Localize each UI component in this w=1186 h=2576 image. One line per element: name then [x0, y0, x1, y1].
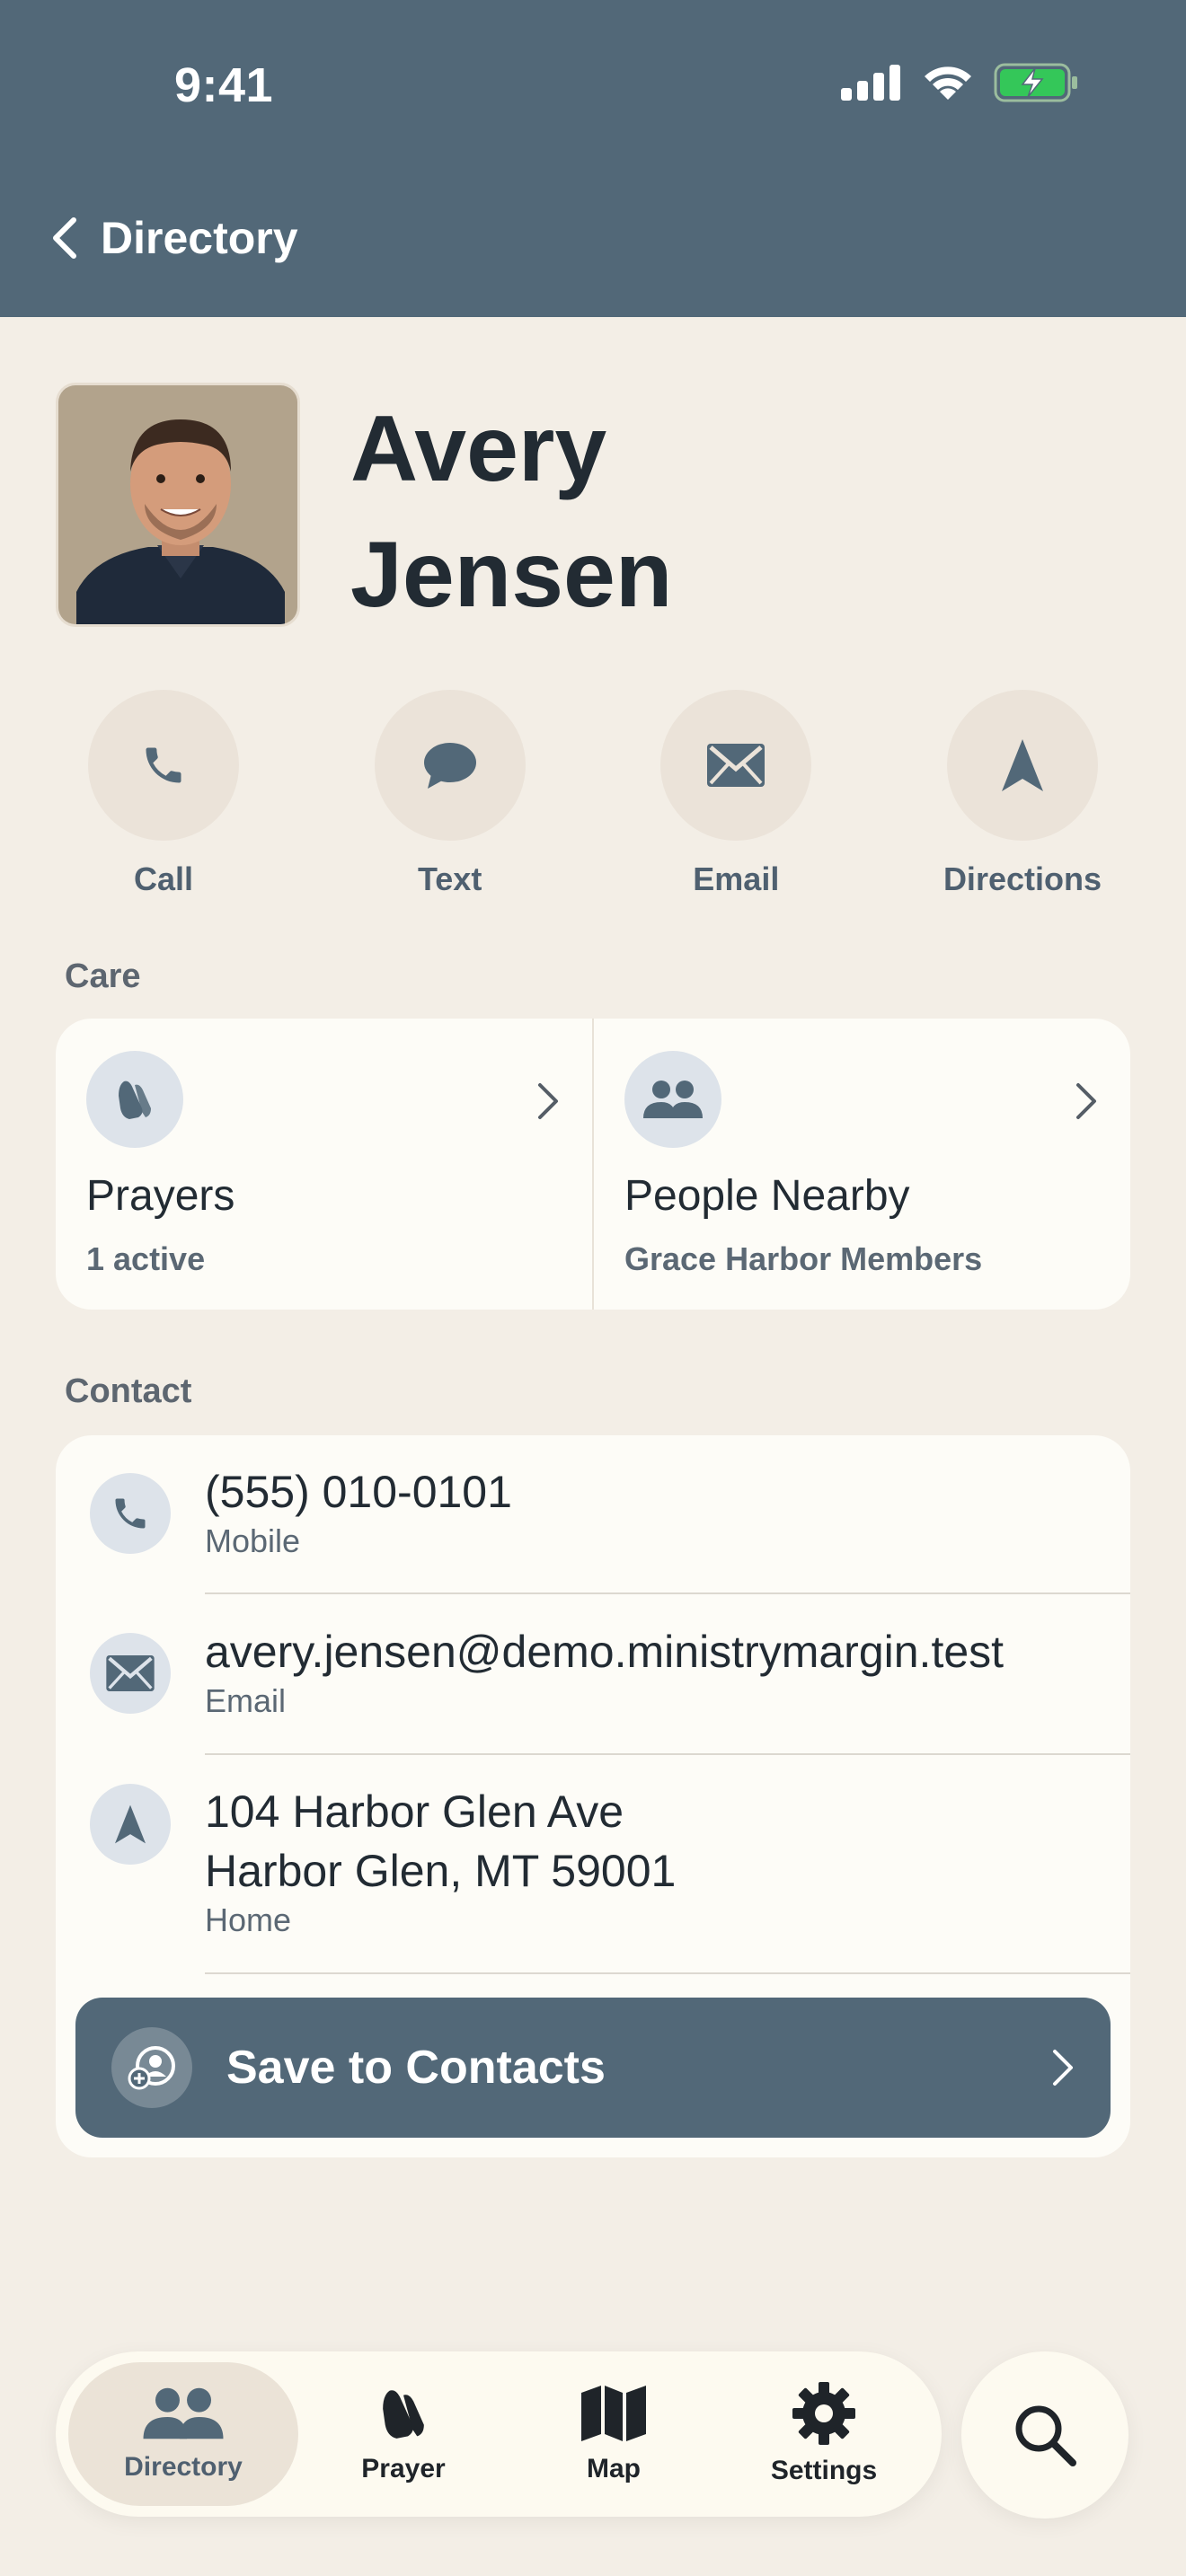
add-contact-icon [128, 2046, 175, 2090]
address-type: Home [205, 1901, 292, 1938]
tab-settings-label: Settings [770, 2456, 878, 2485]
people-nearby-title: People Nearby [624, 1172, 910, 1220]
praying-hands-icon [119, 1081, 151, 1119]
tab-prayer[interactable]: Prayer [298, 2362, 509, 2506]
email-button[interactable] [660, 690, 812, 841]
call-action[interactable]: Call [56, 690, 271, 898]
navigation-arrow-icon [1001, 739, 1043, 791]
tab-directory-label: Directory [124, 2452, 243, 2482]
envelope-icon-wrap [90, 1633, 171, 1714]
phone-number: (555) 010-0101 [205, 1467, 512, 1517]
back-label: Directory [101, 213, 298, 263]
people-icon [643, 1081, 703, 1118]
message-bubble-icon [423, 743, 476, 789]
envelope-icon [106, 1655, 155, 1691]
chevron-right-icon [1076, 1083, 1096, 1119]
phone-icon-wrap [90, 1473, 171, 1554]
email-label: Email [693, 860, 780, 897]
search-button[interactable] [961, 2351, 1128, 2519]
search-icon [1015, 2405, 1076, 2466]
tab-map[interactable]: Map [509, 2362, 719, 2506]
directions-label: Directions [943, 860, 1102, 897]
address-text: 104 Harbor Glen Ave Harbor Glen, MT 5900… [205, 1782, 676, 1940]
people-icon [143, 2387, 224, 2439]
tab-bar: Directory Prayer Map Settings [56, 2351, 942, 2517]
map-icon [581, 2386, 646, 2441]
contact-name: Avery Jensen [350, 386, 1069, 638]
tab-prayer-label: Prayer [361, 2454, 446, 2483]
gear-icon [792, 2382, 855, 2445]
address-line1: 104 Harbor Glen Ave [205, 1786, 624, 1837]
praying-hands-icon-wrap [86, 1051, 183, 1148]
people-nearby-item[interactable]: People Nearby Grace Harbor Members [592, 1019, 1130, 1310]
people-icon-wrap [624, 1051, 721, 1148]
chevron-right-icon [1053, 2050, 1073, 2086]
directions-button[interactable] [946, 690, 1098, 841]
navigation-arrow-icon-wrap [90, 1784, 171, 1865]
care-section-title: Care [65, 957, 141, 995]
status-time: 9:41 [174, 58, 274, 112]
email-text: avery.jensen@demo.ministrymargin.test Em… [205, 1622, 1004, 1721]
text-button[interactable] [374, 690, 526, 841]
care-card: Prayers 1 active People Nearby Grace Har… [56, 1019, 1130, 1310]
address-line2: Harbor Glen, MT 59001 [205, 1846, 677, 1896]
tab-settings[interactable]: Settings [719, 2362, 929, 2506]
envelope-icon [707, 744, 766, 787]
battery-charging-icon [994, 63, 1077, 102]
email-row[interactable]: avery.jensen@demo.ministrymargin.test Em… [56, 1595, 1130, 1755]
navigation-arrow-icon [115, 1804, 146, 1844]
email-action[interactable]: Email [628, 690, 844, 898]
last-name: Jensen [350, 523, 673, 627]
contact-card: (555) 010-0101 Mobile avery.jensen@demo.… [56, 1435, 1130, 2157]
back-button[interactable]: Directory [50, 212, 298, 264]
save-to-contacts-label: Save to Contacts [226, 2042, 606, 2094]
email-address: avery.jensen@demo.ministrymargin.test [205, 1627, 1005, 1677]
avatar-photo [58, 385, 297, 624]
call-button[interactable] [88, 690, 239, 841]
contact-detail-screen: 9:41 Directory Avery Jensen Call Text Em… [0, 0, 1186, 2576]
praying-hands-icon [383, 2390, 424, 2439]
phone-row[interactable]: (555) 010-0101 Mobile [56, 1435, 1130, 1594]
phone-type: Mobile [205, 1522, 301, 1559]
avatar [56, 383, 300, 627]
phone-icon [115, 1498, 146, 1529]
divider [205, 1972, 1130, 1974]
phone-text: (555) 010-0101 Mobile [205, 1462, 512, 1561]
email-type: Email [205, 1682, 287, 1719]
address-row[interactable]: 104 Harbor Glen Ave Harbor Glen, MT 5900… [56, 1755, 1130, 1974]
prayers-subtitle: 1 active [86, 1240, 206, 1277]
save-to-contacts-button[interactable]: Save to Contacts [75, 1998, 1111, 2138]
add-contact-icon-wrap [111, 2027, 192, 2108]
quick-actions: Call Text Email Directions [56, 690, 1130, 898]
status-icons [841, 63, 1078, 102]
text-label: Text [417, 860, 482, 897]
chevron-right-icon [538, 1083, 558, 1119]
prayers-title: Prayers [86, 1172, 235, 1220]
tab-directory[interactable]: Directory [68, 2362, 298, 2506]
wifi-icon [925, 66, 971, 100]
first-name: Avery [350, 397, 607, 501]
divider [205, 1592, 1130, 1594]
call-label: Call [133, 860, 194, 897]
prayers-item[interactable]: Prayers 1 active [56, 1019, 592, 1310]
people-nearby-subtitle: Grace Harbor Members [624, 1240, 983, 1277]
text-action[interactable]: Text [342, 690, 558, 898]
directions-action[interactable]: Directions [915, 690, 1130, 898]
signal-icon [841, 65, 900, 101]
phone-icon [146, 747, 181, 783]
chevron-left-icon [53, 217, 76, 259]
header: 9:41 Directory [0, 0, 1186, 317]
tab-map-label: Map [587, 2454, 641, 2483]
contact-section-title: Contact [65, 1372, 192, 1410]
